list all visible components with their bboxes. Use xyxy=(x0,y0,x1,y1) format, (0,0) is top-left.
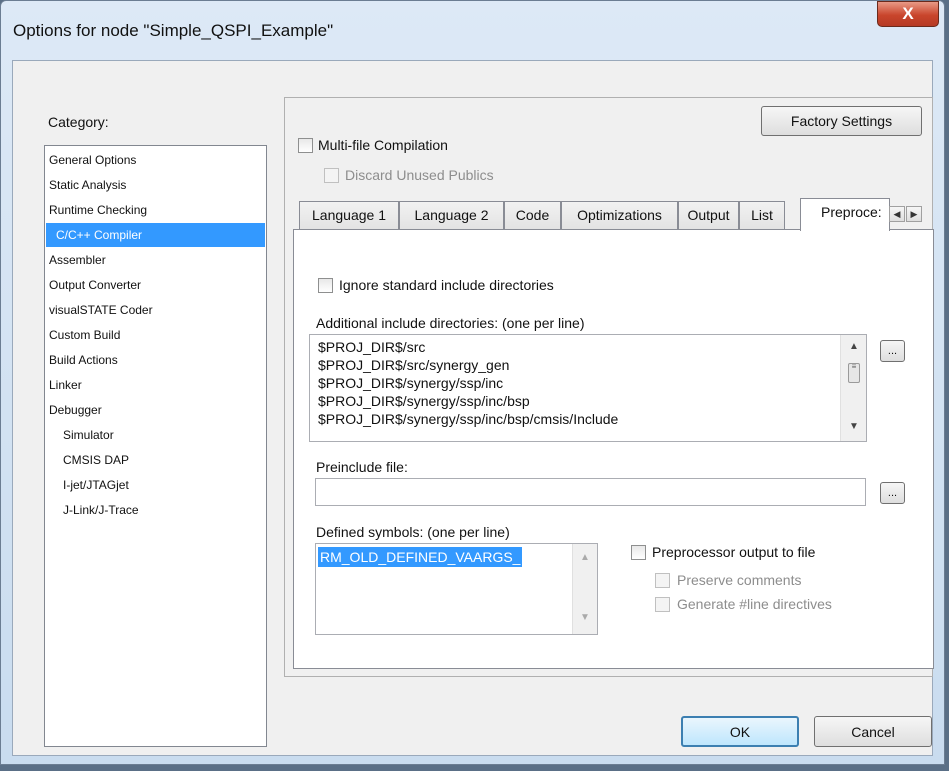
scroll-down-icon: ▼ xyxy=(849,421,859,432)
category-label: Category: xyxy=(48,114,109,130)
category-custom-build[interactable]: Custom Build xyxy=(45,323,266,347)
scroll-up-icon: ▲ xyxy=(580,552,590,563)
generate-line-checkbox[interactable] xyxy=(655,597,670,612)
include-dirs-scrollbar[interactable]: ▲ ≡ ▼ xyxy=(840,335,866,441)
preprocessor-output-label: Preprocessor output to file xyxy=(652,544,816,560)
defined-symbol-line: RM_OLD_DEFINED_VAARGS_ xyxy=(318,547,523,567)
defined-symbols-scrollbar[interactable]: ▲ ▼ xyxy=(572,544,597,634)
discard-unused-checkbox[interactable] xyxy=(324,168,339,183)
include-dir-line: $PROJ_DIR$/src/synergy_gen xyxy=(318,357,510,373)
category-build-actions[interactable]: Build Actions xyxy=(45,348,266,372)
category-static-analysis[interactable]: Static Analysis xyxy=(45,173,266,197)
tab-language-2[interactable]: Language 2 xyxy=(399,201,504,229)
scroll-up-icon: ▲ xyxy=(849,341,859,352)
category-runtime-checking[interactable]: Runtime Checking xyxy=(45,198,266,222)
defined-symbols-textarea[interactable]: RM_OLD_DEFINED_VAARGS_ ▲ ▼ xyxy=(315,543,598,635)
category-j-link[interactable]: J-Link/J-Trace xyxy=(45,498,266,522)
scroll-down-icon: ▼ xyxy=(580,612,590,623)
tab-scroll-left-button[interactable]: ◀ xyxy=(889,206,905,222)
preinclude-label: Preinclude file: xyxy=(316,459,408,475)
preserve-comments-checkbox[interactable] xyxy=(655,573,670,588)
title-bar[interactable]: Options for node "Simple_QSPI_Example" X xyxy=(1,1,946,61)
preinclude-browse-button[interactable]: ... xyxy=(880,482,905,504)
tab-scroll-right-button[interactable]: ▶ xyxy=(906,206,922,222)
ignore-std-include-checkbox[interactable] xyxy=(318,278,333,293)
window-title: Options for node "Simple_QSPI_Example" xyxy=(13,21,334,40)
cancel-button[interactable]: Cancel xyxy=(814,716,932,747)
factory-settings-button[interactable]: Factory Settings xyxy=(761,106,922,136)
category-debugger[interactable]: Debugger xyxy=(45,398,266,422)
category-i-jet[interactable]: I-jet/JTAGjet xyxy=(45,473,266,497)
include-dir-line: $PROJ_DIR$/synergy/ssp/inc/bsp/cmsis/Inc… xyxy=(318,411,619,427)
scroll-thumb[interactable]: ≡ xyxy=(848,363,860,383)
preinclude-input[interactable] xyxy=(315,478,866,506)
category-linker[interactable]: Linker xyxy=(45,373,266,397)
tab-list[interactable]: List xyxy=(739,201,785,229)
include-dir-line: $PROJ_DIR$/synergy/ssp/inc xyxy=(318,375,504,391)
multi-file-checkbox[interactable] xyxy=(298,138,313,153)
arrow-left-icon: ◀ xyxy=(893,209,901,219)
tab-preprocessor[interactable]: Preproce: xyxy=(800,198,890,231)
category-c-cpp-compiler[interactable]: C/C++ Compiler xyxy=(46,223,265,247)
category-assembler[interactable]: Assembler xyxy=(45,248,266,272)
include-dirs-label: Additional include directories: (one per… xyxy=(316,315,585,331)
close-icon: X xyxy=(902,4,914,23)
ok-button[interactable]: OK xyxy=(681,716,799,747)
category-cmsis-dap[interactable]: CMSIS DAP xyxy=(45,448,266,472)
category-visualstate-coder[interactable]: visualSTATE Coder xyxy=(45,298,266,322)
multi-file-label: Multi-file Compilation xyxy=(318,137,448,153)
generate-line-label: Generate #line directives xyxy=(677,596,832,612)
include-dirs-browse-button[interactable]: ... xyxy=(880,340,905,362)
include-dirs-textarea[interactable]: $PROJ_DIR$/src $PROJ_DIR$/src/synergy_ge… xyxy=(309,334,867,442)
tab-optimizations[interactable]: Optimizations xyxy=(561,201,678,229)
tab-output[interactable]: Output xyxy=(678,201,739,229)
category-output-converter[interactable]: Output Converter xyxy=(45,273,266,297)
preserve-comments-label: Preserve comments xyxy=(677,572,802,588)
category-general-options[interactable]: General Options xyxy=(45,148,266,172)
close-button[interactable]: X xyxy=(877,1,939,27)
tab-code[interactable]: Code xyxy=(504,201,561,229)
discard-unused-label: Discard Unused Publics xyxy=(345,167,494,183)
tab-language-1[interactable]: Language 1 xyxy=(299,201,399,229)
arrow-right-icon: ▶ xyxy=(910,209,918,219)
defined-symbols-label: Defined symbols: (one per line) xyxy=(316,524,510,540)
category-list[interactable]: General Options Static Analysis Runtime … xyxy=(44,145,267,747)
include-dir-line: $PROJ_DIR$/synergy/ssp/inc/bsp xyxy=(318,393,530,409)
include-dir-line: $PROJ_DIR$/src xyxy=(318,339,426,355)
ignore-std-include-label: Ignore standard include directories xyxy=(339,277,554,293)
preprocessor-output-checkbox[interactable] xyxy=(631,545,646,560)
category-simulator[interactable]: Simulator xyxy=(45,423,266,447)
